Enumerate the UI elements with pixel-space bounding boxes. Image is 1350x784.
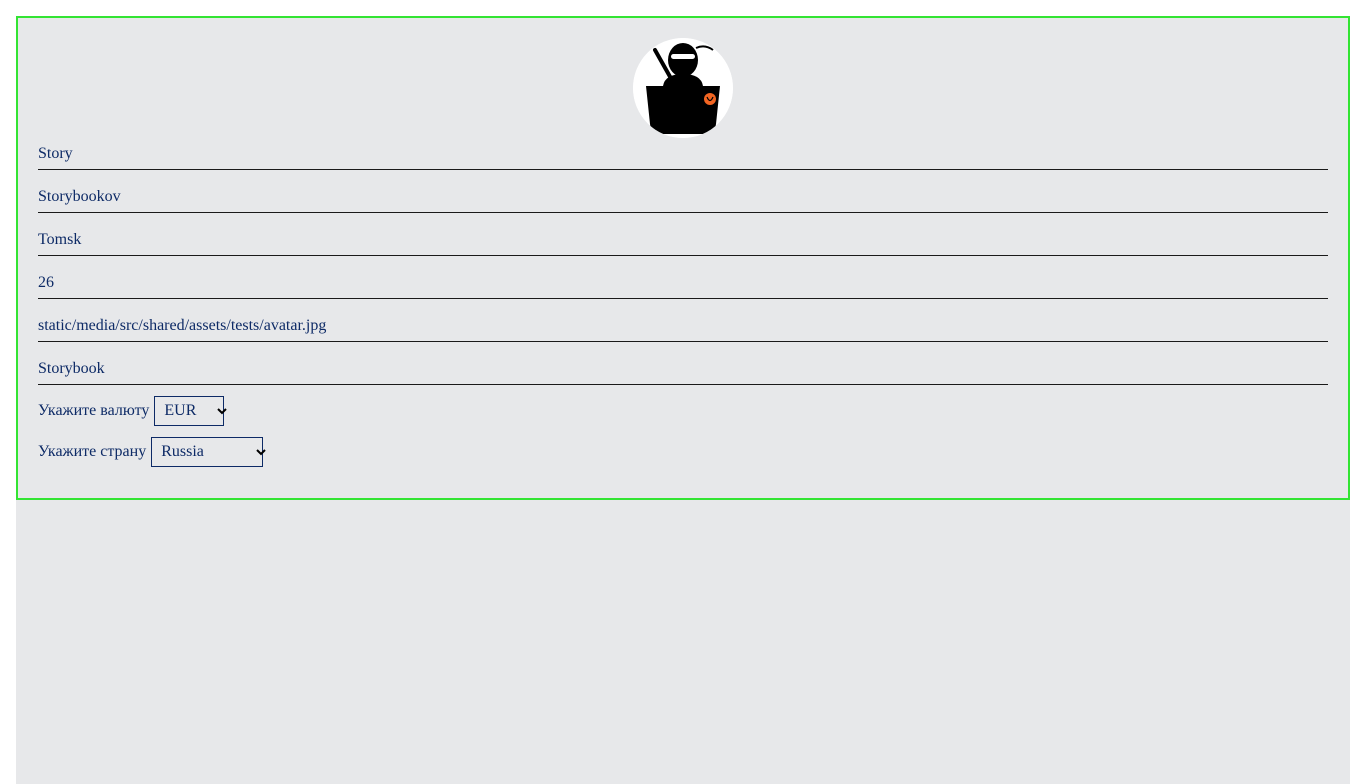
profile-card: Story Storybookov Tomsk 26 static/media/… [16,16,1350,500]
age-field[interactable]: 26 [38,267,1328,299]
currency-row: Укажите валюту EUR [38,396,228,426]
currency-label: Укажите валюту [38,402,150,419]
page-background: Story Storybookov Tomsk 26 static/media/… [16,16,1350,784]
country-select[interactable]: Russia [151,437,266,467]
country-selected-value: Russia [161,443,204,460]
last-name-field[interactable]: Storybookov [38,181,1328,213]
ninja-avatar-icon [633,38,733,138]
username-field[interactable]: Storybook [38,353,1328,385]
avatar-url-field[interactable]: static/media/src/shared/assets/tests/ava… [38,310,1328,342]
avatar [633,38,733,138]
currency-select[interactable]: EUR [154,396,228,426]
first-name-field[interactable]: Story [38,138,1328,170]
country-label: Укажите страну [38,443,147,460]
country-row: Укажите страну Russia [38,437,266,467]
currency-selected-value: EUR [164,402,197,419]
city-field[interactable]: Tomsk [38,224,1328,256]
